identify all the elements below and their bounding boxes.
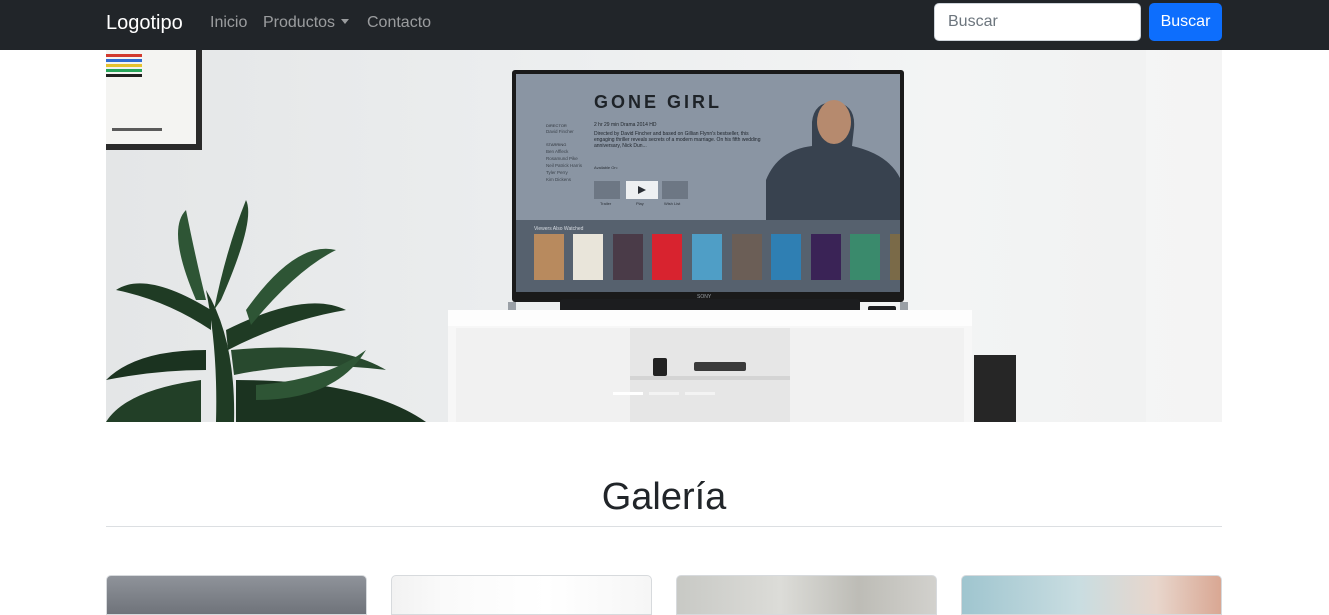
tv-wishlist-button (662, 181, 688, 199)
nav-dropdown-productos[interactable]: Productos (263, 13, 350, 33)
tv-poster (771, 234, 801, 280)
tv-title: GONE GIRL (594, 92, 722, 112)
tv-director-label: DIRECTOR (546, 123, 567, 128)
gallery-card-1[interactable] (106, 575, 367, 615)
speaker (974, 355, 1016, 422)
nav-link-inicio[interactable]: Inicio (210, 13, 247, 33)
gallery-card-4[interactable] (961, 575, 1222, 615)
tv-poster (850, 234, 880, 280)
gallery-divider (106, 526, 1222, 527)
tv-poster (613, 234, 643, 280)
tv-row-label: Viewers Also Watched (534, 226, 584, 232)
carousel-indicator-2[interactable] (649, 392, 679, 395)
carousel-indicator-1[interactable] (613, 392, 643, 395)
tv-cast-5: Kim Dickens (546, 177, 572, 182)
tv-cast-2: Rosamund Pike (546, 156, 578, 161)
tv-director: David Fincher (546, 129, 574, 134)
tv-available-label: Available On: (594, 165, 618, 170)
carousel-indicator-3[interactable] (685, 392, 715, 395)
tv-cabinet (448, 310, 972, 422)
carousel-indicators (613, 392, 715, 398)
brand-logo[interactable]: Logotipo (106, 11, 183, 35)
tv-trailer-button (594, 181, 620, 199)
gallery-card-2[interactable] (391, 575, 652, 615)
gallery-card-3[interactable] (676, 575, 937, 615)
tv-starring-label: STARRING (546, 142, 566, 147)
plant (106, 200, 426, 422)
tv-poster (692, 234, 722, 280)
gallery-title: Galería (601, 476, 727, 518)
tv-poster (652, 234, 682, 280)
caret-down-icon (341, 19, 350, 24)
tv-poster (573, 234, 603, 280)
nav-dropdown-productos-label: Productos (263, 14, 336, 31)
tv-btn-play-label: Play (636, 201, 644, 206)
tv-description: Directed by David Fincher and based on G… (594, 131, 761, 149)
tv-poster (890, 234, 900, 280)
tv-meta: 2 hr 29 min Drama 2014 HD (594, 122, 657, 128)
hero-carousel[interactable]: GONE GIRL 2 hr 29 min Drama 2014 HD DIRE… (106, 50, 1222, 422)
tv: GONE GIRL 2 hr 29 min Drama 2014 HD DIRE… (508, 70, 908, 316)
tv-cast-3: Neil Patrick Harris (546, 163, 583, 168)
tv-cast-1: Ben Affleck (546, 149, 569, 154)
search-button[interactable]: Buscar (1149, 3, 1222, 41)
tv-poster (534, 234, 564, 280)
nav-link-contacto[interactable]: Contacto (367, 13, 431, 33)
top-navbar: Logotipo Inicio Productos Contacto Busca… (0, 0, 1329, 50)
carousel-slide-image: GONE GIRL 2 hr 29 min Drama 2014 HD DIRE… (106, 50, 1222, 422)
tv-poster (732, 234, 762, 280)
tv-cast-4: Tyler Perry (546, 170, 569, 175)
tv-btn-trailer-label: Trailer (600, 201, 612, 206)
search-input[interactable] (934, 3, 1141, 41)
tv-btn-wishlist-label: Wish List (664, 201, 681, 206)
tv-poster (811, 234, 841, 280)
